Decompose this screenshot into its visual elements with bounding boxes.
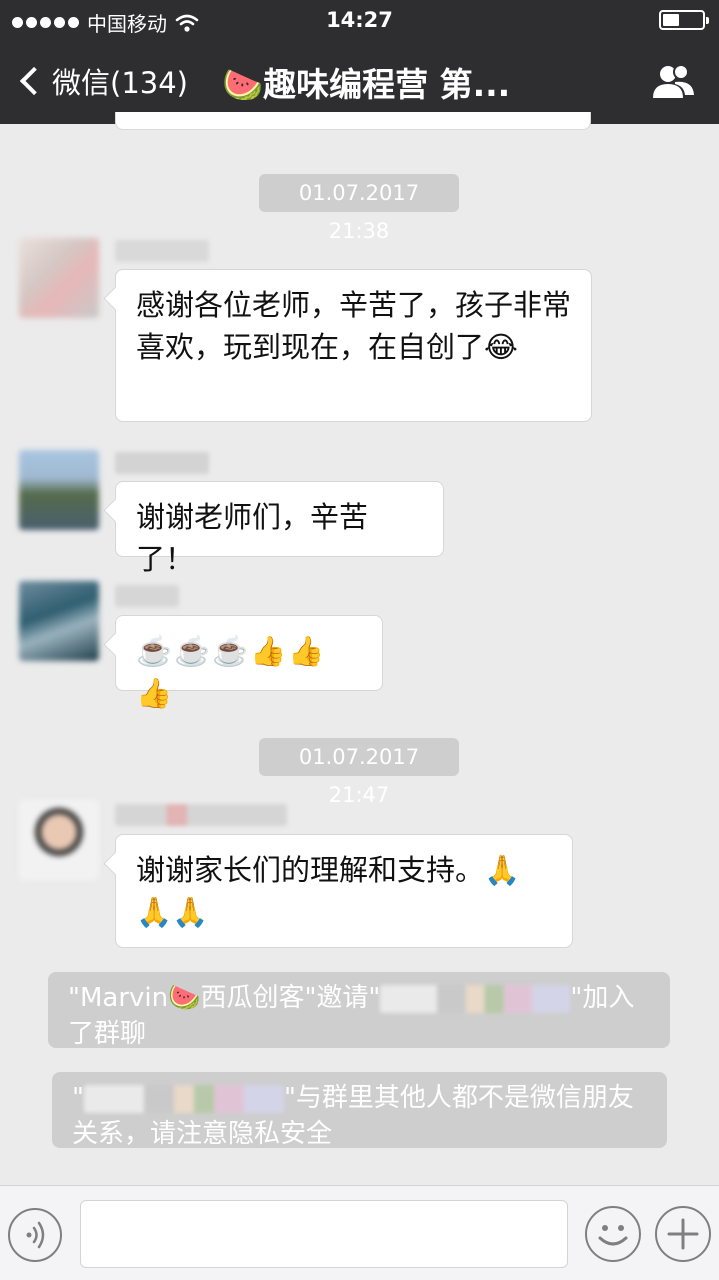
back-button[interactable]: 微信(134) <box>18 60 188 102</box>
redacted-names <box>380 984 571 1013</box>
emoji-button[interactable] <box>585 1206 641 1262</box>
voice-input-button[interactable] <box>8 1208 62 1262</box>
timestamp-pill: 01.07.2017 21:38 <box>259 174 459 243</box>
system-notice: "Marvin🍉西瓜创客"邀请" "加入了群聊 <box>48 972 670 1049</box>
message-bubble[interactable]: 谢谢老师们，辛苦了！ <box>115 481 444 576</box>
system-notice-text: " <box>72 1083 84 1113</box>
message-bubble[interactable]: 感谢各位老师，辛苦了，孩子非常喜欢，玩到现在，在自创了😂 <box>115 269 592 422</box>
redacted-names <box>83 1084 284 1113</box>
system-notice-text: "Marvin🍉西瓜创客"邀请" <box>68 983 381 1013</box>
sender-name <box>115 804 287 826</box>
sender-name <box>115 240 209 262</box>
avatar[interactable] <box>19 450 99 530</box>
avatar[interactable] <box>19 238 99 318</box>
battery-icon <box>659 10 709 30</box>
status-time: 14:27 <box>326 8 393 32</box>
plus-icon <box>667 1218 699 1250</box>
sender-name <box>115 585 179 607</box>
message-input[interactable] <box>80 1200 568 1268</box>
previous-message-bubble[interactable] <box>115 112 591 130</box>
back-label: 微信(134) <box>52 66 188 100</box>
avatar[interactable] <box>19 800 99 880</box>
voice-icon <box>26 1221 45 1249</box>
sender-name <box>115 452 209 474</box>
smiley-icon <box>598 1225 628 1246</box>
message-bubble[interactable]: 谢谢家长们的理解和支持。🙏🙏🙏 <box>115 834 573 948</box>
message-bubble[interactable]: ☕️☕️☕️👍👍👍 <box>115 615 383 710</box>
group-members-icon[interactable] <box>649 62 697 102</box>
avatar[interactable] <box>19 581 99 661</box>
timestamp-pill: 01.07.2017 21:47 <box>259 738 459 807</box>
chevron-left-icon <box>19 66 49 96</box>
input-bar <box>0 1185 719 1280</box>
top-bar: 中国移动 14:27 微信(134) 🍉趣味编程营 第... <box>0 0 719 124</box>
system-notice: " "与群里其他人都不是微信朋友关系，请注意隐私安全 <box>52 1072 667 1149</box>
more-options-button[interactable] <box>655 1206 711 1262</box>
status-bar: 中国移动 14:27 <box>0 0 719 40</box>
chat-title: 🍉趣味编程营 第... <box>222 65 511 104</box>
